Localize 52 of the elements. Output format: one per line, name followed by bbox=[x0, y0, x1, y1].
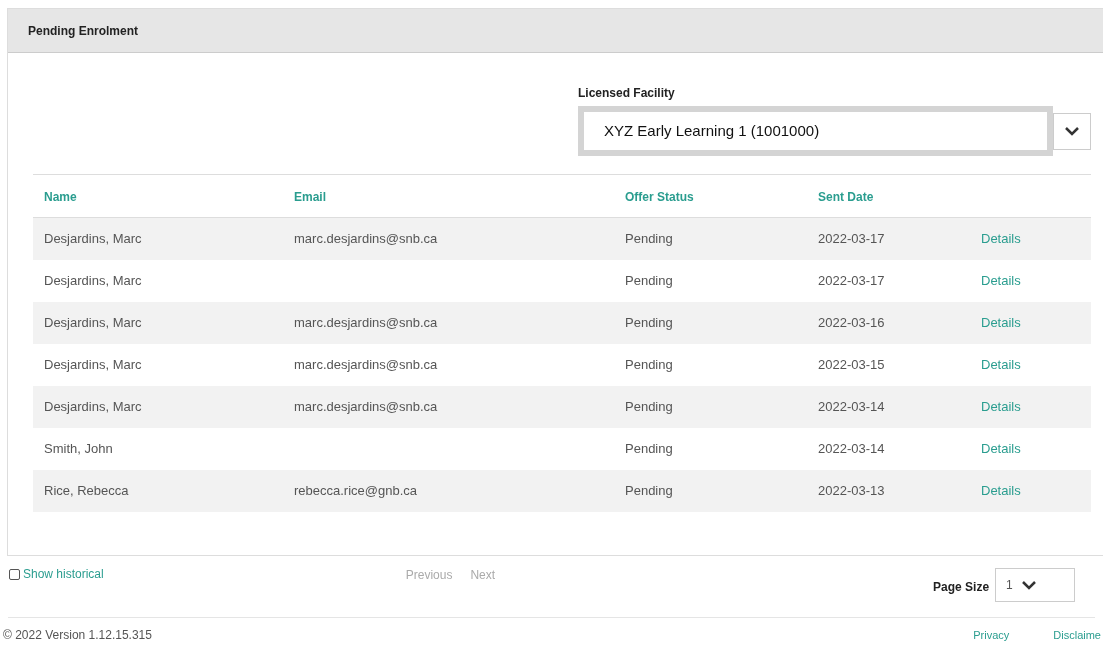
footer-link[interactable]: Disclaime bbox=[1053, 626, 1101, 644]
table-cell: Pending bbox=[625, 231, 673, 247]
table-cell: Pending bbox=[625, 483, 673, 499]
table-cell: 2022-03-16 bbox=[818, 315, 885, 331]
table-cell: Pending bbox=[625, 315, 673, 331]
table-cell: Pending bbox=[625, 399, 673, 415]
dropdown-button[interactable] bbox=[1053, 112, 1091, 150]
column-header: Email bbox=[294, 190, 326, 204]
facility-select[interactable]: XYZ Early Learning 1 (1001000) bbox=[578, 106, 1053, 156]
table-cell: Desjardins, Marc bbox=[44, 315, 142, 331]
details-link[interactable]: Details bbox=[981, 399, 1021, 415]
table-cell: Desjardins, Marc bbox=[44, 273, 142, 289]
version-text: © 2022 Version 1.12.15.315 bbox=[3, 627, 152, 644]
checkbox[interactable] bbox=[9, 568, 20, 580]
table-cell: marc.desjardins@snb.ca bbox=[294, 315, 438, 331]
column-header: Offer Status bbox=[625, 190, 694, 204]
page-size-label: Page Size bbox=[933, 579, 990, 596]
chevron-down-icon bbox=[1022, 580, 1037, 590]
table-cell: Pending bbox=[625, 441, 673, 457]
table-cell: 2022-03-17 bbox=[818, 273, 885, 289]
table-cell: Desjardins, Marc bbox=[44, 357, 142, 373]
table-cell: marc.desjardins@snb.ca bbox=[294, 399, 438, 415]
table-cell: Desjardins, Marc bbox=[44, 399, 142, 415]
table-cell: 2022-03-14 bbox=[818, 441, 885, 457]
column-header: Sent Date bbox=[818, 190, 874, 204]
table-cell: 2022-03-14 bbox=[818, 399, 885, 415]
previous-link[interactable]: Previous bbox=[405, 566, 453, 584]
table-cell: rebecca.rice@gnb.ca bbox=[294, 483, 418, 499]
page-size-select[interactable]: 1 bbox=[995, 568, 1076, 602]
footer-link[interactable]: Privacy bbox=[973, 626, 1010, 644]
details-link[interactable]: Details bbox=[981, 441, 1021, 457]
chevron-down-icon bbox=[1065, 126, 1079, 136]
details-link[interactable]: Details bbox=[981, 273, 1021, 289]
table-cell: 2022-03-15 bbox=[818, 357, 885, 373]
details-link[interactable]: Details bbox=[981, 483, 1021, 499]
column-header: Name bbox=[44, 190, 77, 204]
details-link[interactable]: Details bbox=[981, 315, 1021, 331]
table-cell: 2022-03-17 bbox=[818, 231, 885, 247]
table-cell: Rice, Rebecca bbox=[44, 483, 129, 499]
table-cell: Desjardins, Marc bbox=[44, 231, 142, 247]
field-label: Licensed Facility bbox=[578, 86, 675, 100]
checkbox-label[interactable]: Show historical bbox=[23, 565, 104, 583]
table-cell: marc.desjardins@snb.ca bbox=[294, 357, 438, 373]
table-cell: marc.desjardins@snb.ca bbox=[294, 231, 438, 247]
panel-title: Pending Enrolment bbox=[28, 22, 138, 40]
details-link[interactable]: Details bbox=[981, 357, 1021, 373]
table-cell: Pending bbox=[625, 357, 673, 373]
next-link[interactable]: Next bbox=[470, 566, 496, 584]
table-cell: 2022-03-13 bbox=[818, 483, 885, 499]
table-cell: Pending bbox=[625, 273, 673, 289]
details-link[interactable]: Details bbox=[981, 231, 1021, 247]
table-cell: Smith, John bbox=[44, 441, 113, 457]
